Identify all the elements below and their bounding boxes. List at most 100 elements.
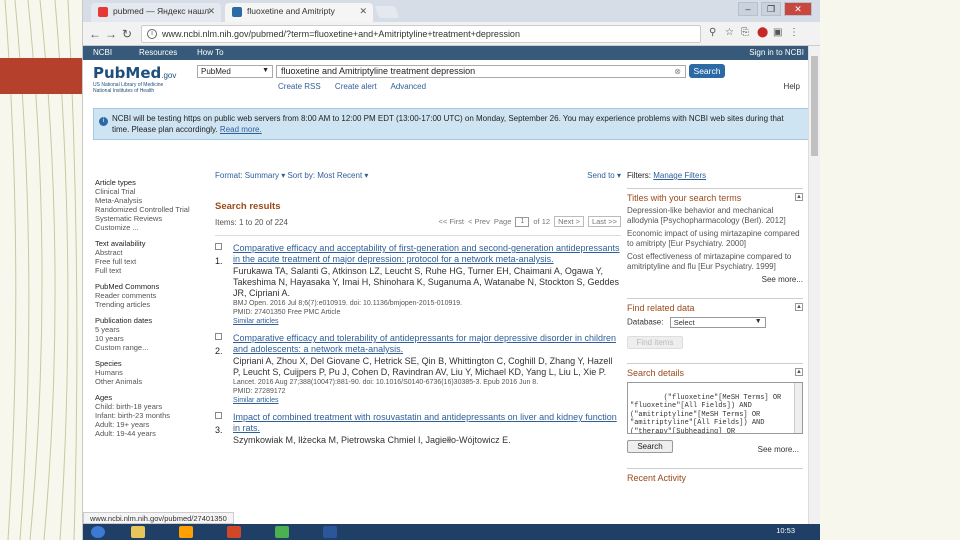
filter-link[interactable]: Custom range...: [95, 343, 207, 352]
tab-pubmed[interactable]: fluoxetine and Amitripty ✕: [225, 3, 373, 22]
filter-link[interactable]: Infant: birth-23 months: [95, 411, 207, 420]
similar-articles-link[interactable]: Similar articles: [233, 317, 621, 326]
result-title-link[interactable]: Comparative efficacy and acceptability o…: [233, 243, 621, 265]
filter-link[interactable]: Systematic Reviews: [95, 214, 207, 223]
new-tab-button[interactable]: [374, 6, 400, 18]
search-input[interactable]: fluoxetine and Amitriptyline treatment d…: [276, 65, 686, 78]
powerpoint-icon[interactable]: [227, 526, 241, 538]
title-link[interactable]: Depression-like behavior and mechanical …: [627, 206, 803, 226]
close-tab-icon[interactable]: ✕: [207, 6, 215, 17]
send-to-menu[interactable]: Send to ▾: [587, 171, 621, 180]
page-input[interactable]: 1: [515, 216, 530, 227]
tab-yandex[interactable]: pubmed — Яндекс нашл ✕: [91, 3, 221, 22]
help-link[interactable]: Help: [784, 82, 800, 91]
collapse-icon[interactable]: ▲: [795, 303, 803, 311]
minimize-icon[interactable]: –: [738, 2, 758, 16]
database-select[interactable]: Select ▼: [669, 317, 766, 328]
create-rss-link[interactable]: Create RSS: [278, 82, 321, 91]
back-icon[interactable]: ←: [89, 27, 101, 41]
result-title-link[interactable]: Impact of combined treatment with rosuva…: [233, 412, 621, 434]
howto-menu[interactable]: How To: [197, 48, 224, 57]
chrome-icon[interactable]: [275, 526, 289, 538]
filter-link[interactable]: Adult: 19+ years: [95, 420, 207, 429]
filter-link[interactable]: Full text: [95, 266, 207, 275]
close-tab-icon[interactable]: ✕: [359, 6, 367, 17]
filter-link[interactable]: Reader comments: [95, 291, 207, 300]
word-icon[interactable]: [323, 526, 337, 538]
create-alert-link[interactable]: Create alert: [335, 82, 377, 91]
filter-link[interactable]: Other Animals: [95, 377, 207, 386]
filter-link[interactable]: Customize ...: [95, 223, 207, 232]
clear-icon[interactable]: ⊗: [674, 67, 681, 76]
filter-link[interactable]: 5 years: [95, 325, 207, 334]
search-details-textarea[interactable]: ("fluoxetine"[MeSH Terms] OR "fluoxetine…: [627, 382, 803, 434]
menu-icon[interactable]: ⋮: [789, 27, 799, 38]
see-more-link[interactable]: See more...: [758, 445, 799, 454]
filter-link[interactable]: Child: birth-18 years: [95, 402, 207, 411]
result-checkbox[interactable]: [215, 412, 222, 419]
tab-title: fluoxetine and Amitripty: [247, 6, 335, 16]
last-page-button[interactable]: Last >>: [587, 216, 621, 227]
scrollbar-thumb[interactable]: [811, 56, 818, 156]
format-sort-menu[interactable]: Format: Summary ▾ Sort by: Most Recent ▾: [215, 171, 368, 180]
forward-icon[interactable]: →: [105, 27, 117, 41]
filter-link[interactable]: Trending articles: [95, 300, 207, 309]
filter-link[interactable]: Randomized Controlled Trial: [95, 205, 207, 214]
result-number: 2.: [215, 346, 223, 356]
extension-icon[interactable]: ▣: [773, 27, 782, 38]
search-button[interactable]: Search: [689, 64, 725, 78]
media-icon[interactable]: [179, 526, 193, 538]
details-search-button[interactable]: Search: [627, 440, 673, 453]
reload-icon[interactable]: ↻: [122, 27, 132, 41]
ncbi-home-link[interactable]: NCBI: [93, 48, 112, 57]
filter-link[interactable]: Clinical Trial: [95, 187, 207, 196]
signin-link[interactable]: Sign in to NCBI: [749, 48, 804, 57]
filter-link[interactable]: Meta-Analysis: [95, 196, 207, 205]
pubmed-logo[interactable]: PubMed.gov US National Library of Medici…: [93, 64, 176, 94]
next-page-button[interactable]: Next >: [554, 216, 584, 227]
url-input[interactable]: i www.ncbi.nlm.nih.gov/pubmed/?term=fluo…: [141, 25, 701, 43]
collapse-icon[interactable]: ▲: [795, 193, 803, 201]
result-pmid: PMID: 27289172: [233, 388, 286, 395]
folder-icon[interactable]: [131, 526, 145, 538]
read-more-link[interactable]: Read more.: [220, 125, 262, 134]
maximize-icon[interactable]: ❐: [761, 2, 781, 16]
result-title-link[interactable]: Comparative efficacy and tolerability of…: [233, 333, 621, 355]
database-select[interactable]: PubMed ▼: [197, 65, 273, 78]
see-more-link[interactable]: See more...: [627, 275, 803, 284]
details-text: ("fluoxetine"[MeSH Terms] OR "fluoxetine…: [630, 393, 782, 434]
title-link[interactable]: Economic impact of using mirtazapine com…: [627, 229, 803, 249]
search-icon[interactable]: ⚲: [709, 27, 716, 38]
database-value: Select: [673, 318, 695, 327]
manage-filters-link[interactable]: Manage Filters: [653, 171, 706, 180]
info-icon[interactable]: i: [147, 29, 157, 39]
title-link[interactable]: Cost effectiveness of mirtazapine compar…: [627, 252, 803, 272]
find-items-button[interactable]: Find items: [627, 336, 683, 349]
filter-link[interactable]: Humans: [95, 368, 207, 377]
bookmark-star-icon[interactable]: ☆: [725, 27, 734, 38]
result-checkbox[interactable]: [215, 243, 222, 250]
advanced-link[interactable]: Advanced: [391, 82, 427, 91]
first-page-link[interactable]: << First: [439, 217, 464, 226]
similar-articles-link[interactable]: Similar articles: [233, 396, 621, 405]
right-sidebar: Filters: Manage Filters Titles with your…: [627, 171, 803, 483]
textarea-scrollbar[interactable]: [794, 383, 802, 433]
filter-link[interactable]: 10 years: [95, 334, 207, 343]
results-title: Search results: [215, 201, 281, 212]
result-list: 1. Comparative efficacy and acceptability…: [215, 243, 621, 446]
start-icon[interactable]: [91, 526, 105, 538]
extension-icon[interactable]: ⎘: [741, 27, 749, 38]
filter-link[interactable]: Abstract: [95, 248, 207, 257]
page-scrollbar[interactable]: [808, 46, 820, 540]
prev-page-link[interactable]: < Prev: [468, 217, 490, 226]
adblock-icon[interactable]: ⬤: [757, 27, 768, 38]
filter-link[interactable]: Free full text: [95, 257, 207, 266]
search-details-panel: Search details ▲ ("fluoxetine"[MeSH Term…: [627, 363, 803, 454]
close-window-icon[interactable]: ✕: [784, 2, 812, 16]
status-url: www.ncbi.nlm.nih.gov/pubmed/27401350: [83, 512, 234, 524]
resources-menu[interactable]: Resources: [139, 48, 177, 57]
result-checkbox[interactable]: [215, 333, 222, 340]
result-item: 3. Impact of combined treatment with rosu…: [215, 412, 621, 446]
filter-link[interactable]: Adult: 19-44 years: [95, 429, 207, 438]
collapse-icon[interactable]: ▲: [795, 368, 803, 376]
